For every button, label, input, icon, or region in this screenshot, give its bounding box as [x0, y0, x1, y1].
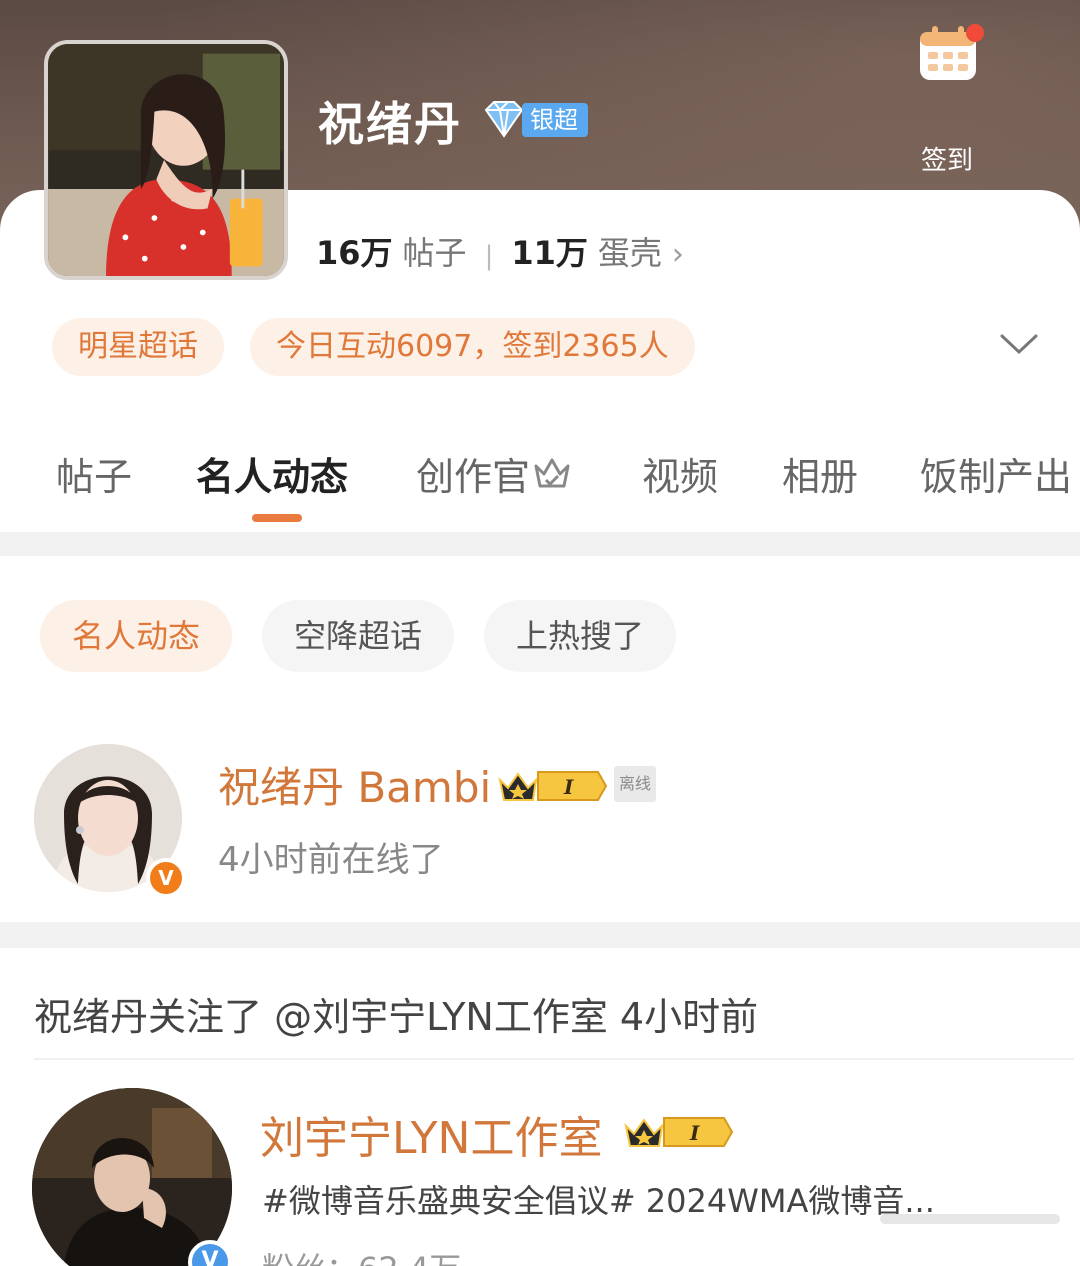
- follow-activity-text[interactable]: 祝绪丹关注了 @刘宇宁LYN工作室 4小时前: [34, 986, 758, 1041]
- tab-fan-made[interactable]: 饭制产出: [920, 446, 1072, 501]
- profile-avatar[interactable]: [44, 40, 288, 280]
- last-online-text: 4小时前在线了: [218, 840, 444, 880]
- celebrity-level-label: I: [563, 775, 574, 799]
- chevron-right-icon[interactable]: ›: [672, 237, 684, 272]
- crown-outline-icon: [534, 458, 570, 488]
- tab-videos[interactable]: 视频: [642, 446, 718, 501]
- tab-posts[interactable]: 帖子: [56, 446, 132, 501]
- tab-celebrity-updates[interactable]: 名人动态: [196, 446, 348, 501]
- studio-name[interactable]: 刘宇宁LYN工作室: [260, 1102, 602, 1166]
- verified-v-badge: V: [146, 858, 186, 898]
- tab-creator-label: 创作官: [416, 455, 531, 499]
- chip-celebrity-updates[interactable]: 名人动态: [40, 600, 233, 672]
- tab-creator[interactable]: 创作官: [416, 446, 572, 501]
- chip-trending[interactable]: 上热搜了: [484, 600, 677, 672]
- supertopic-pills: 明星超话 今日互动6097，签到2365人: [52, 318, 695, 376]
- diamond-icon: [484, 101, 524, 138]
- studio-fans-count: 粉丝：62.4万: [262, 1244, 461, 1266]
- eggshell-label[interactable]: 蛋壳: [598, 228, 662, 274]
- activity-divider: [34, 1058, 1074, 1060]
- section-divider: [0, 922, 1080, 948]
- silver-super-badge[interactable]: 银超: [480, 100, 588, 140]
- chip-airdrop-supertopic[interactable]: 空降超话: [262, 600, 455, 672]
- profile-stats: 16万 帖子 | 11万 蛋壳 ›: [316, 228, 684, 274]
- tab-albums[interactable]: 相册: [782, 446, 858, 501]
- celebrity-name[interactable]: 祝绪丹 Bambi: [218, 754, 491, 815]
- offline-tag: 离线: [614, 766, 656, 802]
- posts-count: 16万: [316, 234, 393, 272]
- section-divider: [0, 532, 1080, 556]
- crown-level-badge-icon: I: [498, 771, 608, 801]
- filter-chips: 名人动态 空降超话 上热搜了: [40, 600, 677, 672]
- crown-level-badge-icon: I: [624, 1117, 734, 1147]
- notification-dot: [966, 24, 984, 42]
- watermark-icon: [880, 1214, 1060, 1224]
- chevron-down-icon[interactable]: [996, 320, 1042, 370]
- stats-separator: |: [484, 241, 494, 271]
- posts-label[interactable]: 帖子: [403, 228, 467, 274]
- profile-avatar-photo: [48, 44, 284, 276]
- checkin-label[interactable]: 签到: [900, 140, 994, 177]
- active-tab-indicator: [252, 514, 302, 522]
- eggshell-count: 11万: [511, 234, 588, 272]
- page-title: 祝绪丹: [318, 97, 462, 151]
- interaction-stats-pill[interactable]: 今日互动6097，签到2365人: [250, 318, 695, 376]
- star-supertopic-pill[interactable]: 明星超话: [52, 318, 224, 376]
- badge-label: 银超: [522, 103, 588, 137]
- studio-level-label: I: [689, 1121, 700, 1145]
- tab-bar: 帖子 名人动态 创作官 视频 相册 饭制产出: [0, 446, 1080, 526]
